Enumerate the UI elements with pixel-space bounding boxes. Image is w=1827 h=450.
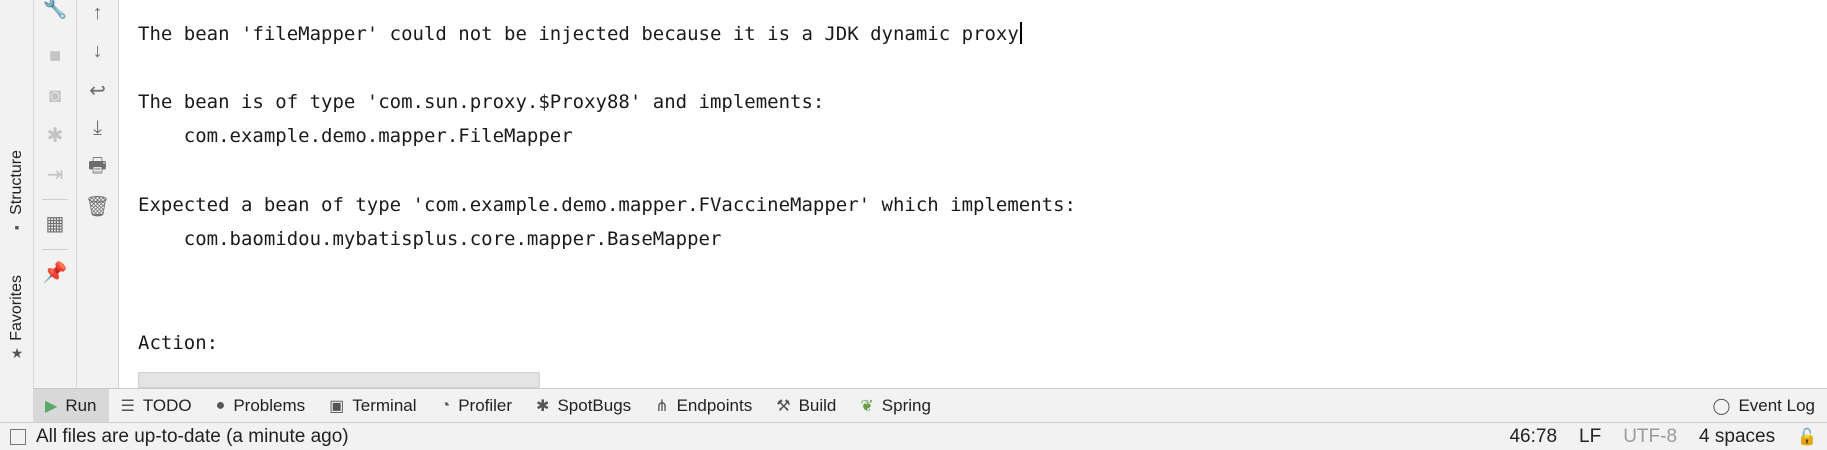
console-output[interactable]: The bean 'fileMapper' could not be injec… bbox=[119, 0, 1827, 388]
build-icon: ⚒ bbox=[776, 398, 791, 415]
tab-spotbugs-label: SpotBugs bbox=[557, 396, 632, 415]
run-icon: ▶ bbox=[45, 398, 58, 415]
layout-icon[interactable]: ▦ bbox=[34, 209, 76, 237]
tab-todo-label: TODO bbox=[142, 396, 192, 415]
login-icon[interactable]: ⇥ bbox=[34, 160, 76, 188]
tab-event-log-label: Event Log bbox=[1738, 396, 1815, 415]
scroll-to-end-icon[interactable]: ⤓ bbox=[77, 114, 118, 142]
profiler-icon: ◔ bbox=[440, 397, 451, 414]
indent-setting[interactable]: 4 spaces bbox=[1699, 426, 1775, 448]
stop-icon[interactable]: ■ bbox=[34, 42, 76, 70]
tab-spotbugs[interactable]: ✱ SpotBugs bbox=[524, 389, 643, 423]
left-tool-strip: Structure ▪ Favorites ★ bbox=[0, 0, 34, 388]
event-log-icon: ◯ bbox=[1712, 398, 1731, 415]
todo-icon: ☰ bbox=[120, 398, 135, 415]
soft-wrap-icon[interactable]: ↩ bbox=[77, 76, 118, 104]
tab-favorites[interactable]: Favorites ★ bbox=[2, 275, 32, 362]
tab-endpoints-label: Endpoints bbox=[676, 396, 753, 415]
tab-spring[interactable]: ❦ Spring bbox=[848, 389, 943, 423]
console-line: com.baomidou.mybatisplus.core.mapper.Bas… bbox=[138, 228, 722, 250]
tab-build[interactable]: ⚒ Build bbox=[764, 389, 848, 423]
toggle-tool-windows-icon[interactable] bbox=[10, 428, 26, 445]
caret-position[interactable]: 46:78 bbox=[1509, 426, 1557, 448]
tab-spring-label: Spring bbox=[881, 396, 931, 415]
tab-profiler[interactable]: ◔ Profiler bbox=[429, 389, 525, 423]
pin-icon[interactable]: 📌 bbox=[34, 258, 76, 286]
tab-favorites-label: Favorites bbox=[8, 275, 25, 341]
run-actions-primary: 🔧 ■ ◙ ✱ ⇥ ▦ 📌 bbox=[34, 0, 77, 388]
camera-icon[interactable]: ◙ bbox=[34, 82, 76, 110]
tab-run[interactable]: ▶ Run bbox=[33, 389, 109, 423]
tab-structure[interactable]: Structure ▪ bbox=[2, 150, 32, 235]
status-bar: All files are up-to-date (a minute ago) … bbox=[0, 422, 1827, 450]
wrench-icon[interactable]: 🔧 bbox=[34, 0, 76, 22]
tab-todo[interactable]: ☰ TODO bbox=[109, 389, 204, 423]
status-message[interactable]: All files are up-to-date (a minute ago) bbox=[36, 426, 1509, 448]
spring-icon: ❦ bbox=[860, 398, 874, 415]
spotbugs-icon: ✱ bbox=[536, 398, 550, 415]
star-icon: ★ bbox=[10, 344, 24, 361]
horizontal-scrollbar[interactable] bbox=[138, 372, 540, 388]
tab-problems[interactable]: ● Problems bbox=[204, 389, 317, 423]
tab-terminal-label: Terminal bbox=[352, 396, 417, 415]
text-caret bbox=[1019, 22, 1022, 44]
console-line: The bean is of type 'com.sun.proxy.$Prox… bbox=[138, 91, 825, 113]
terminal-icon: ▣ bbox=[329, 398, 345, 415]
arrow-down-icon[interactable]: ↓ bbox=[77, 37, 118, 65]
file-encoding[interactable]: UTF-8 bbox=[1623, 426, 1677, 448]
tab-build-label: Build bbox=[798, 396, 837, 415]
console-line: com.example.demo.mapper.FileMapper bbox=[138, 125, 573, 147]
tab-profiler-label: Profiler bbox=[458, 396, 513, 415]
console-line: The bean 'fileMapper' could not be injec… bbox=[138, 22, 1022, 45]
tab-structure-label: Structure bbox=[8, 150, 25, 215]
problems-icon: ● bbox=[215, 397, 226, 414]
run-actions-secondary: ↑ ↓ ↩ ⤓ 🖶 🗑 bbox=[77, 0, 119, 388]
debug-icon[interactable]: ✱ bbox=[34, 121, 76, 149]
tab-endpoints[interactable]: ⋔ Endpoints bbox=[643, 389, 764, 423]
tab-problems-label: Problems bbox=[233, 396, 306, 415]
tab-terminal[interactable]: ▣ Terminal bbox=[317, 389, 428, 423]
console-line: Expected a bean of type 'com.example.dem… bbox=[138, 194, 1076, 216]
arrow-up-icon[interactable]: ↑ bbox=[77, 0, 118, 27]
trash-icon[interactable]: 🗑 bbox=[77, 192, 118, 220]
tool-window-bar: ▶ Run ☰ TODO ● Problems ▣ Terminal ◔ Profiler… bbox=[33, 388, 1827, 423]
lock-icon[interactable]: 🔓 bbox=[1797, 427, 1817, 447]
print-icon[interactable]: 🖶 bbox=[77, 154, 118, 182]
console-line: Action: bbox=[138, 332, 219, 354]
tab-event-log[interactable]: ◯ Event Log bbox=[1701, 389, 1827, 423]
structure-icon: ▪ bbox=[14, 218, 20, 235]
tab-run-label: Run bbox=[65, 396, 97, 415]
endpoints-icon: ⋔ bbox=[655, 398, 669, 415]
line-separator[interactable]: LF bbox=[1579, 426, 1601, 448]
